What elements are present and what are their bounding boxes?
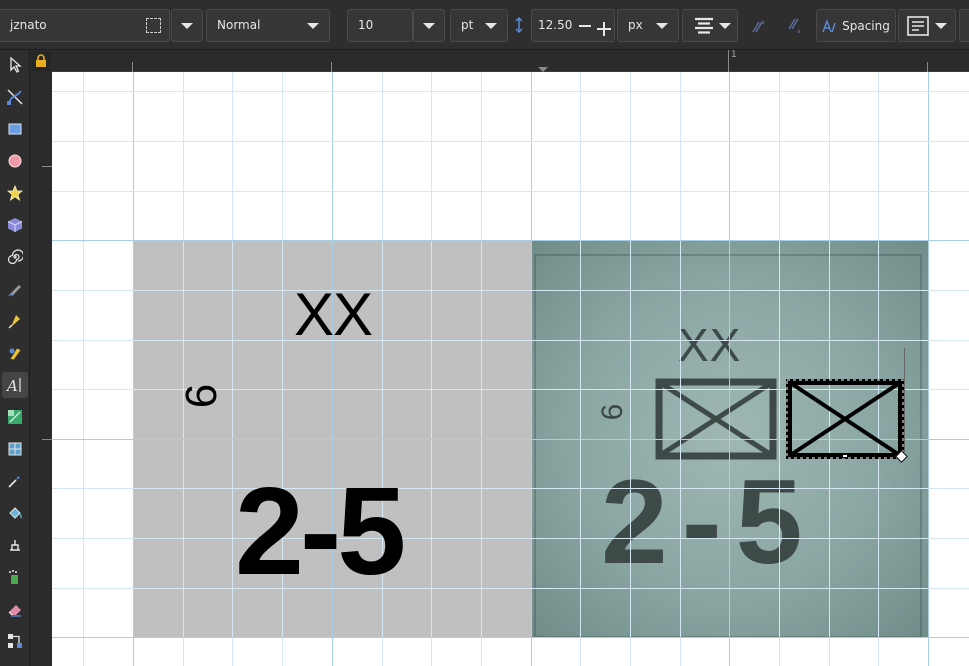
superscript-icon[interactable]: a	[750, 17, 768, 35]
subscript-icon[interactable]: a	[786, 17, 804, 35]
spacing-button-label: Spacing	[842, 18, 890, 33]
font-collections-icon[interactable]	[146, 18, 161, 33]
letter-spacing-icon	[822, 18, 836, 32]
pencil-tool-icon[interactable]	[2, 276, 28, 302]
right-unit-id: 6	[596, 403, 629, 421]
right-strength-value: 2-5	[601, 455, 817, 589]
text-tool-icon[interactable]: A	[2, 372, 28, 398]
ruler-tick	[42, 166, 52, 167]
text-tool-controls-bar: jznato Normal 10 pt 12.50 px a a Spacing	[0, 0, 969, 50]
font-style-value: Normal	[217, 18, 261, 32]
spacing-unit-value: px	[628, 18, 643, 32]
right-formation-size: XX	[678, 319, 742, 371]
ruler-tick	[132, 62, 133, 72]
chevron-down-icon	[485, 23, 497, 29]
vertical-ruler[interactable]	[30, 72, 52, 666]
line-height-icon	[513, 16, 525, 34]
ruler-tick	[331, 62, 332, 72]
line-height-decrement-button[interactable]	[579, 25, 591, 27]
rectangle-tool-icon[interactable]	[2, 116, 28, 142]
toolbox: A	[0, 50, 30, 666]
text-cursor	[904, 348, 905, 452]
text-alignment-button[interactable]	[682, 9, 738, 42]
node-tool-icon[interactable]	[2, 84, 28, 110]
chevron-down-icon	[307, 23, 319, 29]
left-strength-value: 2-5	[235, 463, 406, 601]
font-family-value: jznato	[10, 18, 47, 32]
font-family-dropdown-button[interactable]	[171, 9, 203, 42]
dropper-tool-icon[interactable]	[2, 468, 28, 494]
chevron-down-icon	[656, 23, 668, 29]
selected-infantry-symbol-icon[interactable]	[785, 378, 911, 466]
font-family-field[interactable]: jznato	[0, 9, 170, 42]
ruler-label: 1	[731, 50, 737, 60]
ruler-tick	[927, 62, 928, 72]
pen-tool-icon[interactable]	[2, 308, 28, 334]
text-orientation-button[interactable]	[898, 9, 956, 42]
svg-text:a: a	[761, 19, 765, 26]
line-height-increment-button[interactable]	[596, 18, 612, 36]
line-height-field[interactable]: 12.50	[531, 9, 615, 42]
ruler-tick	[728, 50, 729, 72]
left-unit-id: 6	[177, 383, 226, 409]
chevron-down-icon	[423, 22, 435, 29]
star-tool-icon[interactable]	[2, 180, 28, 206]
horizontal-ruler[interactable]: 1	[52, 50, 969, 72]
font-unit-value: pt	[461, 18, 474, 32]
grid-line-horizontal	[52, 141, 969, 142]
ruler-tick	[42, 439, 52, 440]
drawing-canvas[interactable]: XX 6 2-5 XX 6 2-5	[52, 72, 969, 666]
font-size-dropdown-button[interactable]	[413, 9, 445, 42]
font-style-select[interactable]: Normal	[206, 9, 330, 42]
grid-line-vertical	[83, 72, 84, 666]
spacing-button[interactable]: Spacing	[816, 9, 896, 42]
spiral-tool-icon[interactable]	[2, 244, 28, 270]
font-size-value: 10	[358, 18, 374, 32]
inkscape-window: jznato Normal 10 pt 12.50 px a a Spacing…	[0, 0, 969, 666]
overflow-toolbar-button[interactable]	[959, 9, 969, 42]
selector-tool-icon[interactable]	[2, 52, 28, 78]
tweak-tool-icon[interactable]	[2, 532, 28, 558]
chevron-down-icon	[935, 22, 947, 29]
calligraphy-tool-icon[interactable]	[2, 340, 28, 366]
text-frame-icon	[907, 15, 929, 36]
paint-bucket-tool-icon[interactable]	[2, 500, 28, 526]
font-size-field[interactable]: 10	[347, 9, 413, 42]
spray-tool-icon[interactable]	[2, 564, 28, 590]
font-unit-select[interactable]: pt	[450, 9, 508, 42]
guide-lock-icon[interactable]	[31, 51, 51, 71]
chevron-down-icon	[181, 22, 193, 29]
gradient-tool-icon[interactable]	[2, 404, 28, 430]
eraser-tool-icon[interactable]	[2, 596, 28, 622]
grid-line-horizontal	[52, 91, 969, 92]
3d-box-tool-icon[interactable]	[2, 212, 28, 238]
ellipse-tool-icon[interactable]	[2, 148, 28, 174]
spacing-unit-select[interactable]: px	[617, 9, 679, 42]
left-formation-size: XX	[294, 281, 373, 348]
mesh-tool-icon[interactable]	[2, 436, 28, 462]
grid-line-vertical	[928, 72, 929, 666]
svg-text:A: A	[6, 377, 18, 394]
selection-midpoint-handle[interactable]	[842, 454, 848, 458]
align-center-icon	[695, 17, 713, 34]
right-infantry-symbol-icon	[655, 378, 777, 460]
line-height-value: 12.50	[538, 18, 573, 32]
grid-line-horizontal	[52, 191, 969, 192]
svg-text:a: a	[797, 28, 801, 35]
chevron-down-icon	[719, 22, 731, 29]
connector-tool-icon[interactable]	[2, 628, 28, 654]
